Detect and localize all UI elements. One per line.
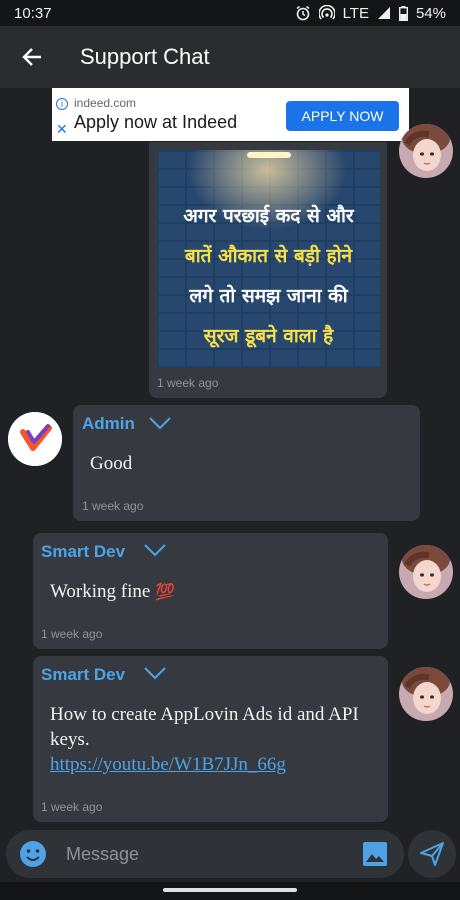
message-input[interactable]: Message [66,844,139,865]
message-time: 1 week ago [157,376,219,390]
home-indicator[interactable] [163,888,297,892]
poster-text-line: लगे तो समझ जाना की [189,285,348,307]
avatar[interactable] [399,545,453,599]
send-icon [420,842,444,866]
status-bar: 10:37 LTE 54% [0,0,460,26]
chevron-down-icon[interactable] [143,666,167,680]
message-text: Good [90,453,133,474]
signal-icon [377,7,390,19]
message-time: 1 week ago [82,499,144,513]
message-input-bar[interactable]: Message [6,830,404,878]
message-time: 1 week ago [41,627,103,641]
message-image[interactable]: अगर परछाई कद से और बातें औकात से बड़ी हो… [157,150,380,368]
battery-level: 54% [415,4,446,22]
avatar[interactable] [399,667,453,721]
back-button[interactable] [0,26,64,88]
message-time: 1 week ago [41,800,103,814]
image-icon[interactable] [362,841,388,867]
page-title: Support Chat [80,44,210,69]
sender-name: Smart Dev [41,542,126,561]
emoji-icon[interactable] [18,839,48,869]
app-bar: Support Chat [0,26,460,88]
poster-text-line: अगर परछाई कद से और [183,205,354,227]
message-text: Working fine 💯 [50,579,175,604]
system-nav-bar [0,882,460,900]
battery-icon [398,5,408,21]
avatar[interactable] [399,124,453,178]
status-time: 10:37 [14,4,52,22]
message-text-body: Working fine [50,581,151,602]
ad-domain: indeed.com [74,96,137,110]
chevron-down-icon[interactable] [143,543,167,557]
hundred-points-emoji: 💯 [155,582,175,601]
back-arrow-icon [22,48,41,66]
apply-now-button[interactable]: APPLY NOW [286,101,399,131]
sender-name: Smart Dev [41,665,126,684]
hotspot-icon [318,5,335,20]
alarm-icon [296,5,310,21]
chevron-down-icon[interactable] [148,416,172,430]
network-type: LTE [342,4,369,22]
avatar[interactable] [8,412,62,466]
ad-banner[interactable]: i ✕ indeed.com Apply now at Indeed APPLY… [52,88,409,141]
poster-text-line: बातें औकात से बड़ी होने [184,245,353,267]
info-icon[interactable]: i [56,98,68,110]
message-link[interactable]: https://youtu.be/W1B7JJn_66g [50,752,286,777]
send-button[interactable] [408,830,456,878]
sender-name: Admin [82,414,135,433]
close-icon[interactable]: ✕ [56,122,68,136]
ad-headline[interactable]: Apply now at Indeed [74,112,237,133]
message-text: How to create AppLovin Ads id and API ke… [50,704,359,750]
poster-lamp [247,152,291,158]
poster-text-line: सूरज डूबने वाला है [203,325,334,347]
